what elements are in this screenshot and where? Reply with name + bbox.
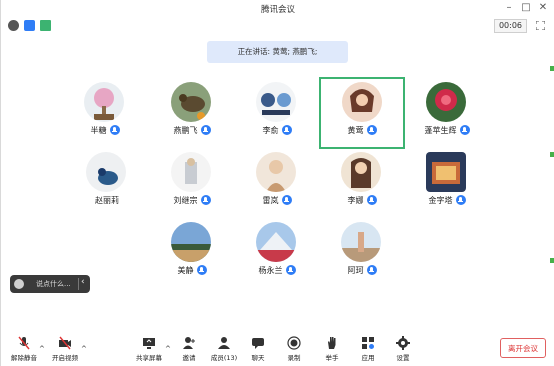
invite-icon (183, 337, 195, 349)
avatar (86, 152, 126, 192)
share-screen-icon (143, 338, 155, 349)
gear-icon (396, 336, 410, 350)
title-bar: 腾讯会议 – □ ✕ (1, 0, 554, 18)
background-window-edge (550, 258, 554, 263)
info-icon[interactable] (8, 20, 19, 31)
speaking-indicator: 正在讲话: 黄莺; 燕鹏飞; (207, 41, 348, 63)
participant-tile[interactable]: 刘继宗 (149, 148, 235, 220)
avatar (256, 222, 296, 262)
meeting-window: 腾讯会议 – □ ✕ 00:06 正在讲话: 黄莺; 燕鹏飞; 半糖 燕鹏飞 李… (0, 0, 554, 366)
participant-tile[interactable]: 李俞 (234, 78, 320, 150)
participant-tile[interactable]: 金字塔 (404, 148, 490, 220)
meeting-toolbar: 解除静音 ^ 开启视频 ^ 共享屏幕 ^ 邀请 成员(13) 聊天 录制 举手 … (1, 330, 554, 366)
participant-tile[interactable]: 蓬苹生辉 (404, 78, 490, 150)
mic-muted-icon (18, 336, 30, 350)
mic-on-icon (109, 125, 120, 135)
participant-name: 刘继宗 (173, 196, 198, 205)
participant-name: 黄莺 (347, 126, 364, 135)
chevron-left-icon[interactable]: ‹ (81, 277, 85, 287)
hand-icon (328, 337, 336, 349)
participant-name: 李俞 (262, 126, 279, 135)
background-window-edge (550, 152, 554, 157)
participant-name: 蓬苹生辉 (424, 126, 457, 135)
camera-off-icon (59, 336, 71, 350)
members-icon (218, 337, 230, 349)
participant-tile-active[interactable]: 黄莺 (319, 77, 405, 149)
participant-tile[interactable]: 燕鹏飞 (149, 78, 235, 150)
chat-button[interactable]: 聊天 (238, 336, 278, 366)
avatar (84, 82, 124, 122)
mic-on-icon (366, 195, 377, 205)
minimize-icon[interactable]: – (502, 2, 516, 14)
avatar (171, 82, 211, 122)
participant-name: 半糖 (90, 126, 107, 135)
avatar (342, 82, 382, 122)
mic-on-icon (285, 265, 296, 275)
chat-popup[interactable]: 说点什么... ‹ (10, 275, 90, 293)
background-window-edge (550, 66, 554, 71)
settings-button[interactable]: 设置 (383, 336, 423, 366)
leave-meeting-button[interactable]: 离开会议 (500, 338, 546, 358)
participant-name: 阿珂 (347, 266, 364, 275)
participant-name: 赵丽莉 (95, 196, 119, 205)
avatar (426, 152, 466, 192)
mic-on-icon (455, 195, 466, 205)
avatar (171, 222, 211, 262)
signal-icon[interactable] (40, 20, 51, 31)
close-icon[interactable]: ✕ (536, 2, 550, 14)
participant-name: 雷岚 (262, 196, 279, 205)
share-screen-button[interactable]: 共享屏幕 (129, 336, 169, 366)
apps-icon (362, 337, 374, 349)
meeting-timer: 00:06 (493, 19, 527, 33)
participant-tile[interactable]: 雷岚 (234, 148, 320, 220)
chevron-up-icon[interactable]: ^ (81, 345, 87, 353)
avatar (171, 152, 211, 192)
raise-hand-button[interactable]: 举手 (312, 336, 352, 366)
participant-name: 李娜 (347, 196, 364, 205)
participant-name: 杨永兰 (258, 266, 283, 275)
mic-on-icon (366, 265, 377, 275)
participant-tile[interactable]: 阿珂 (319, 218, 405, 290)
record-icon (287, 336, 301, 350)
participant-name: 美静 (177, 266, 194, 275)
participant-tile[interactable]: 李娜 (319, 148, 405, 220)
avatar (256, 82, 296, 122)
chat-icon (252, 338, 264, 349)
participant-name: 金字塔 (428, 196, 453, 205)
mic-on-icon (366, 125, 377, 135)
invite-button[interactable]: 邀请 (169, 336, 209, 366)
participant-tile[interactable]: 杨永兰 (234, 218, 320, 290)
status-row: 00:06 (1, 18, 554, 34)
participant-tile[interactable]: 美静 (149, 218, 235, 290)
mic-on-icon (196, 265, 207, 275)
chat-bubble-icon (14, 279, 24, 289)
divider (78, 278, 79, 290)
avatar (341, 152, 381, 192)
maximize-icon[interactable]: □ (519, 2, 533, 14)
unmute-button[interactable]: 解除静音 (4, 336, 44, 366)
mic-on-icon (281, 195, 292, 205)
avatar (426, 82, 466, 122)
mic-on-icon (281, 125, 292, 135)
mic-on-icon (200, 125, 211, 135)
start-video-button[interactable]: 开启视频 (45, 336, 85, 366)
mic-on-icon (459, 125, 470, 135)
chat-placeholder: 说点什么... (36, 280, 71, 288)
record-button[interactable]: 录制 (274, 336, 314, 366)
participant-name: 燕鹏飞 (173, 126, 198, 135)
shield-icon[interactable] (24, 20, 35, 31)
avatar (256, 152, 296, 192)
mic-on-icon (200, 195, 211, 205)
participant-tile[interactable]: 半糖 (62, 78, 148, 150)
window-title: 腾讯会议 (260, 5, 295, 15)
participant-tile[interactable]: 赵丽莉 (64, 148, 150, 220)
avatar (341, 222, 381, 262)
chevron-up-icon[interactable]: ^ (39, 345, 45, 353)
apps-button[interactable]: 应用 (348, 336, 388, 366)
fullscreen-icon[interactable] (536, 21, 545, 30)
